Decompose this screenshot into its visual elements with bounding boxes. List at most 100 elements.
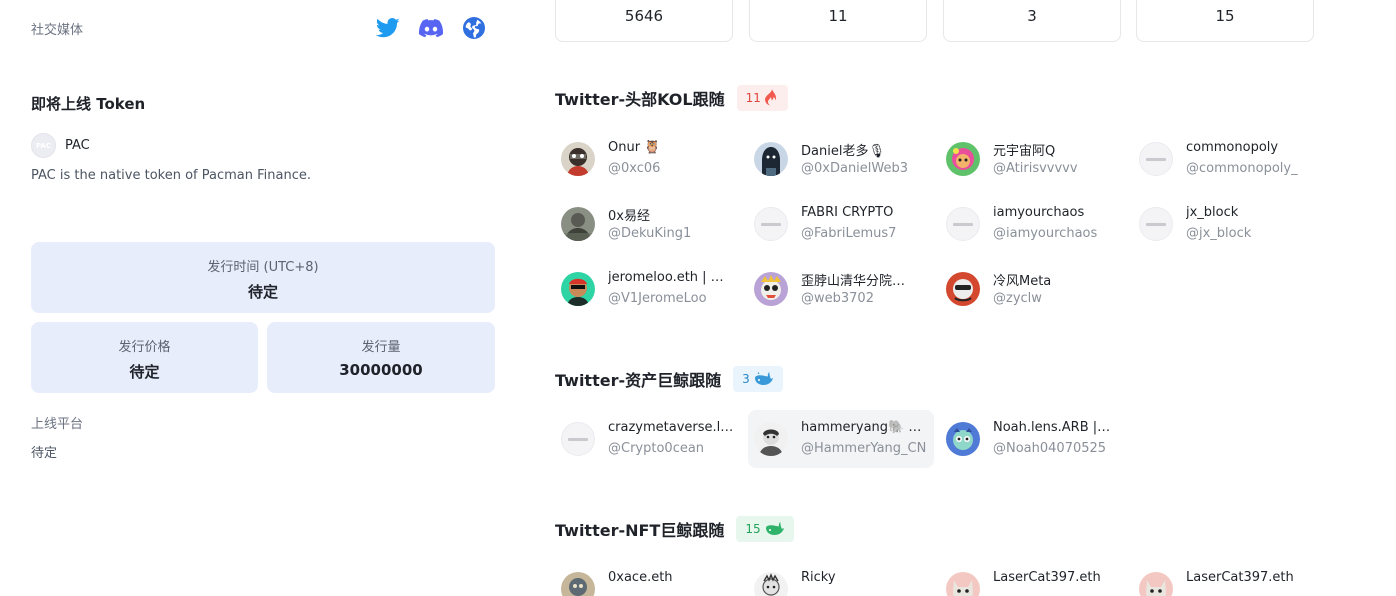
- avatar: [561, 422, 595, 456]
- token-identity: PAC PAC: [31, 133, 90, 158]
- avatar: [754, 142, 788, 176]
- launch-price-label: 发行价格: [118, 340, 171, 355]
- kol-name: hammeryang🐘 …: [801, 420, 922, 435]
- token-logo: PAC: [31, 133, 56, 158]
- kol-handle: @jx_block: [1186, 226, 1252, 241]
- whale-section-header: Twitter-资产巨鲸跟随 3: [555, 366, 783, 392]
- kol-card[interactable]: 歪脖山清华分院… @web3702: [748, 260, 934, 318]
- avatar: [946, 142, 980, 176]
- nft-section-header: Twitter-NFT巨鲸跟随 15: [555, 516, 794, 542]
- platform-label: 上线平台: [31, 417, 84, 432]
- kol-name: crazymetaverse.le…: [608, 420, 738, 435]
- kol-name: Daniel老多🎙: [801, 144, 885, 159]
- launch-time-label: 发行时间 (UTC+8): [207, 260, 319, 275]
- kol-handle: @iamyourchaos: [993, 226, 1098, 241]
- social-icons: [375, 15, 487, 41]
- kol-card[interactable]: iamyourchaos @iamyourchaos: [940, 195, 1126, 253]
- kol-card[interactable]: FABRI CRYPTO @FabriLemus7: [748, 195, 934, 253]
- social-media-label: 社交媒体: [31, 23, 84, 38]
- kol-card[interactable]: jeromeloo.eth | … @V1JeromeLoo: [555, 260, 741, 318]
- launch-price-value: 待定: [129, 363, 160, 381]
- kol-handle: @commonopoly_: [1186, 161, 1298, 176]
- whale-section-title: Twitter-资产巨鲸跟随: [555, 371, 722, 390]
- kol-name: Ricky: [801, 570, 836, 585]
- kol-card[interactable]: Daniel老多🎙 @0xDanielWeb3: [748, 130, 934, 188]
- stat-value: 5646: [624, 7, 664, 25]
- stat-card: 15: [1136, 0, 1314, 42]
- supply-card: 发行量 30000000: [267, 322, 495, 393]
- upcoming-token-title: 即将上线 Token: [31, 95, 146, 113]
- green-whale-icon: [765, 522, 784, 535]
- nft-count: 15: [745, 522, 761, 536]
- avatar: [946, 572, 980, 596]
- kol-name: 冷风Meta: [993, 274, 1052, 289]
- launch-price-card: 发行价格 待定: [31, 322, 258, 393]
- kol-card[interactable]: 0x易经 @DekuKing1: [555, 195, 741, 253]
- avatar: [561, 272, 595, 306]
- kol-card[interactable]: hammeryang🐘 … @HammerYang_CN: [748, 410, 934, 468]
- kol-card[interactable]: Ricky: [748, 560, 934, 596]
- kol-handle: @Crypto0cean: [608, 441, 705, 456]
- token-name: PAC: [65, 138, 90, 153]
- kol-handle: @zyclw: [993, 291, 1042, 306]
- launch-time-value: 待定: [247, 283, 278, 301]
- avatar: [754, 572, 788, 596]
- kol-name: jx_block: [1186, 205, 1239, 220]
- stat-value: 11: [828, 7, 848, 25]
- supply-value: 30000000: [339, 361, 423, 379]
- kol-handle: @0xDanielWeb3: [801, 161, 909, 176]
- avatar: [754, 207, 788, 241]
- kol-handle: @HammerYang_CN: [801, 441, 927, 456]
- kol-handle: @V1JeromeLoo: [608, 291, 707, 306]
- kol-count-badge: 11: [736, 85, 788, 111]
- kol-card[interactable]: jx_block @jx_block: [1133, 195, 1319, 253]
- social-media-row: 社交媒体: [31, 14, 495, 42]
- kol-name: Onur 🦉: [608, 140, 661, 155]
- whale-count-badge: 3: [733, 366, 783, 392]
- launch-time-card: 发行时间 (UTC+8) 待定: [31, 242, 495, 313]
- avatar: [754, 272, 788, 306]
- kol-card[interactable]: LaserCat397.eth: [940, 560, 1126, 596]
- kol-card[interactable]: crazymetaverse.le… @Crypto0cean: [555, 410, 741, 468]
- kol-card[interactable]: Onur 🦉 @0xc06: [555, 130, 741, 188]
- avatar: [946, 422, 980, 456]
- kol-name: 歪脖山清华分院…: [801, 274, 906, 289]
- discord-icon[interactable]: [418, 15, 444, 41]
- kol-card[interactable]: Noah.lens.ARB |… @Noah04070525: [940, 410, 1126, 468]
- kol-name: commonopoly: [1186, 140, 1279, 155]
- avatar: [561, 207, 595, 241]
- kol-name: Noah.lens.ARB |…: [993, 420, 1111, 435]
- stat-value: 3: [1027, 7, 1037, 25]
- kol-name: jeromeloo.eth | …: [608, 270, 724, 285]
- whale-count: 3: [742, 372, 750, 386]
- kol-card[interactable]: 冷风Meta @zyclw: [940, 260, 1126, 318]
- fire-icon: [764, 89, 776, 106]
- avatar: [754, 422, 788, 456]
- stat-card: 11: [749, 0, 927, 42]
- kol-name: 0xace.eth: [608, 570, 673, 585]
- kol-count: 11: [745, 91, 761, 105]
- kol-card[interactable]: 元宇宙阿Q @Atirisvvvvv: [940, 130, 1126, 188]
- kol-name: 0x易经: [608, 209, 650, 224]
- kol-name: FABRI CRYPTO: [801, 205, 894, 220]
- nft-count-badge: 15: [736, 516, 794, 542]
- platform-value: 待定: [31, 446, 58, 461]
- twitter-icon[interactable]: [375, 15, 401, 41]
- kol-card[interactable]: commonopoly @commonopoly_: [1133, 130, 1319, 188]
- token-logo-text: PAC: [35, 141, 52, 150]
- kol-section-title: Twitter-头部KOL跟随: [555, 90, 725, 109]
- stat-card: 5646: [555, 0, 733, 42]
- kol-name: 元宇宙阿Q: [993, 144, 1056, 159]
- avatar: [1139, 142, 1173, 176]
- kol-card[interactable]: LaserCat397.eth: [1133, 560, 1319, 596]
- avatar: [1139, 572, 1173, 596]
- kol-handle: @web3702: [801, 291, 874, 306]
- kol-card[interactable]: 0xace.eth: [555, 560, 741, 596]
- whale-icon: [754, 372, 773, 385]
- avatar: [1139, 207, 1173, 241]
- website-globe-icon[interactable]: [461, 15, 487, 41]
- stat-card: 3: [943, 0, 1121, 42]
- kol-name: LaserCat397.eth: [993, 570, 1101, 585]
- kol-handle: @FabriLemus7: [801, 226, 897, 241]
- nft-section-title: Twitter-NFT巨鲸跟随: [555, 521, 725, 540]
